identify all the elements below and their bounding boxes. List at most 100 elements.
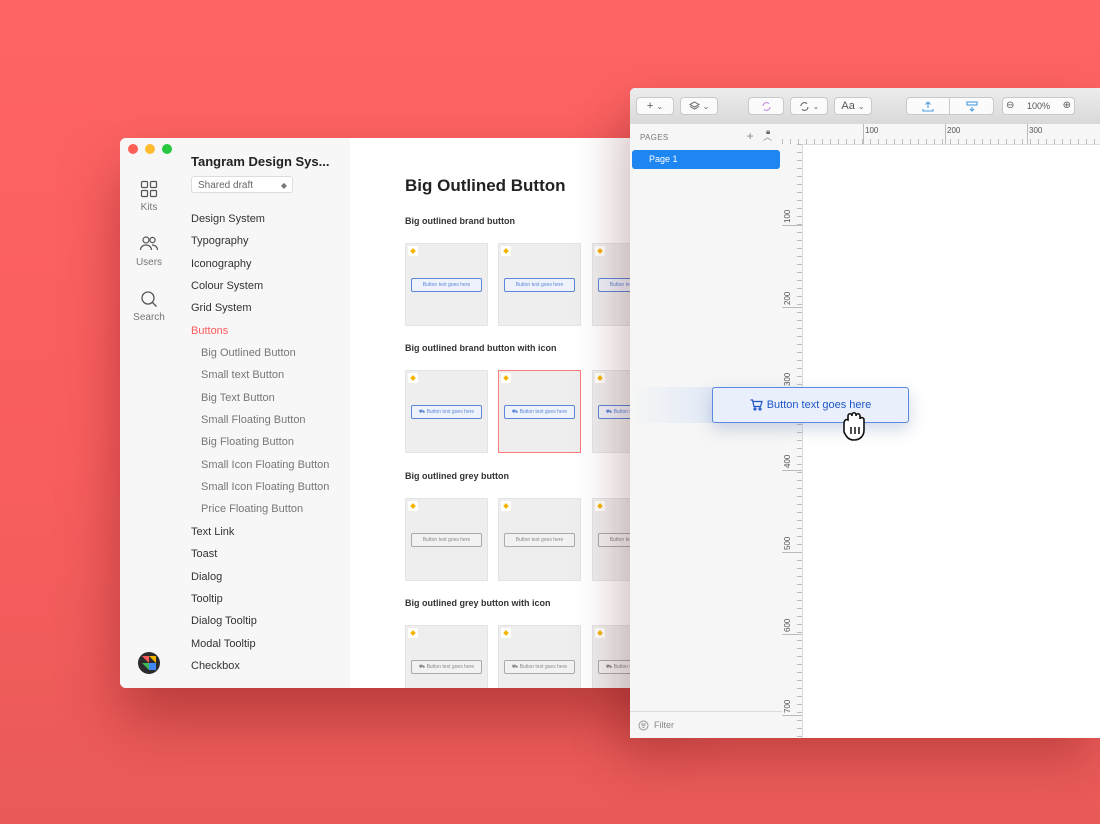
grid-icon (140, 180, 158, 198)
ruler-lock-icon: 🔒︎ (766, 127, 771, 136)
button-preview: Button text goes here (411, 278, 482, 292)
button-preview-label: Button text goes here (426, 664, 475, 670)
ruler-label: 300 (783, 372, 792, 386)
ruler-label: 600 (783, 618, 792, 632)
ruler-tick (863, 124, 864, 144)
zoom-control[interactable]: ⊖ 100% ⊕ (1002, 97, 1075, 115)
cart-icon: ⛟ (418, 409, 427, 415)
insert-button[interactable]: + ⌄ (636, 97, 674, 115)
nav-item[interactable]: Iconography (178, 253, 350, 275)
button-preview: ⛟ Button text goes here (411, 405, 482, 419)
library-rail: Kits Users Search (120, 138, 178, 688)
cart-icon (750, 399, 763, 411)
text-style-button[interactable]: Aa ⌄ (834, 97, 872, 115)
library-title: Tangram Design Sys... (191, 154, 330, 169)
nav-item[interactable]: Dialog Tooltip (178, 610, 350, 632)
ruler-label: 300 (1029, 126, 1043, 135)
button-preview: Button text goes here (504, 278, 575, 292)
symbol-card[interactable]: ⛟ Button text goes here (498, 625, 581, 688)
symbol-button[interactable] (748, 97, 784, 115)
button-preview-label: Button text goes here (519, 409, 568, 415)
section-label: Big outlined brand button (405, 216, 515, 226)
rail-item-kits[interactable]: Kits (120, 180, 178, 213)
sketch-diamond-icon (501, 246, 511, 256)
page-item[interactable]: Page 1 (632, 150, 780, 169)
nav-item[interactable]: Modal Tooltip (178, 633, 350, 655)
nav-item[interactable]: Small Icon Floating Button (178, 454, 350, 476)
nav-item[interactable]: Big Outlined Button (178, 342, 350, 364)
draft-select[interactable]: Shared draft ◆ (191, 176, 293, 193)
nav-item[interactable]: Dialog (178, 566, 350, 588)
cart-icon: ⛟ (418, 664, 427, 670)
nav-item[interactable]: Big Floating Button (178, 431, 350, 453)
sketch-diamond-icon (408, 246, 418, 256)
ruler-tick (782, 225, 802, 226)
nav-item[interactable]: Buttons (178, 320, 350, 342)
library-sync-icon (965, 101, 978, 112)
nav-item[interactable]: Tooltip (178, 588, 350, 610)
button-preview-label: Button text goes here (422, 537, 471, 543)
close-window-button[interactable] (128, 144, 138, 154)
button-preview-label: Button text goes here (519, 664, 568, 670)
ruler-label: 700 (783, 699, 792, 713)
button-preview-label: Button text goes here (426, 409, 475, 415)
section-label: Big outlined brand button with icon (405, 343, 557, 353)
symbol-card[interactable]: Button text goes here (498, 243, 581, 326)
nav-item[interactable]: Typography (178, 230, 350, 252)
nav-item[interactable]: Design System (178, 208, 350, 230)
button-preview: ⛟ Button text goes here (504, 660, 575, 674)
upload-button[interactable] (906, 97, 950, 115)
filter-bar[interactable]: Filter (630, 711, 782, 738)
sketch-diamond-icon (408, 373, 418, 383)
ruler-label: 400 (783, 454, 792, 468)
sketch-diamond-icon (408, 628, 418, 638)
nav-item[interactable]: Small text Button (178, 364, 350, 386)
symbol-card[interactable]: ⛟ Button text goes here (405, 370, 488, 453)
ruler-tick (782, 634, 802, 635)
nav-item[interactable]: Grid System (178, 297, 350, 319)
nav-item[interactable]: Small Icon Floating Button (178, 476, 350, 498)
app-logo[interactable] (138, 652, 160, 674)
button-preview: ⛟ Button text goes here (411, 660, 482, 674)
nav-list: Design System Typography Iconography Colour… (178, 208, 350, 677)
chevron-down-icon: ⌄ (857, 102, 865, 111)
symbol-card[interactable]: ⛟ Button text goes here (405, 625, 488, 688)
nav-item[interactable]: Big Text Button (178, 387, 350, 409)
add-page-icon[interactable]: + (747, 129, 754, 143)
section-label: Big outlined grey button with icon (405, 598, 551, 608)
override-button[interactable]: ⌄ (790, 97, 828, 115)
rail-item-users[interactable]: Users (120, 235, 178, 268)
nav-item[interactable]: Text Link (178, 521, 350, 543)
rail-item-search[interactable]: Search (120, 290, 178, 323)
zoom-in-icon[interactable]: ⊕ (1063, 98, 1071, 114)
dragged-button-symbol[interactable]: Button text goes here (712, 387, 909, 423)
cart-icon: ⛟ (511, 409, 520, 415)
chevron-down-icon: ⌄ (702, 102, 710, 111)
ruler-label: 100 (865, 126, 879, 135)
horizontal-ruler: 🔒︎ 100 200 300 (766, 124, 1100, 145)
nav-item[interactable]: Colour System (178, 275, 350, 297)
cart-icon: ⛟ (511, 664, 520, 670)
pages-sidebar: PAGES + ︿ Page 1 Filter (630, 124, 783, 738)
sketch-diamond-icon (595, 628, 605, 638)
text-style-label: Aa (841, 100, 855, 112)
grab-hand-cursor-icon (843, 411, 865, 441)
zoom-out-icon[interactable]: ⊖ (1006, 98, 1014, 114)
symbol-card[interactable]: ⛟ Button text goes here (498, 370, 581, 453)
zoom-window-button[interactable] (162, 144, 172, 154)
symbol-card[interactable]: Button text goes here (498, 498, 581, 581)
symbol-card[interactable]: Button text goes here (405, 498, 488, 581)
symbol-card[interactable]: Button text goes here (405, 243, 488, 326)
ruler-tick (945, 124, 946, 144)
nav-item[interactable]: Toast (178, 543, 350, 565)
sketch-diamond-icon (595, 246, 605, 256)
layers-button[interactable]: ⌄ (680, 97, 718, 115)
nav-item[interactable]: Small Floating Button (178, 409, 350, 431)
button-preview-label: Button text goes here (422, 282, 471, 288)
section-label: Big outlined grey button (405, 471, 509, 481)
nav-item[interactable]: Checkbox (178, 655, 350, 677)
sketch-diamond-icon (408, 501, 418, 511)
library-sync-button[interactable] (949, 97, 994, 115)
nav-item[interactable]: Price Floating Button (178, 498, 350, 520)
minimize-window-button[interactable] (145, 144, 155, 154)
